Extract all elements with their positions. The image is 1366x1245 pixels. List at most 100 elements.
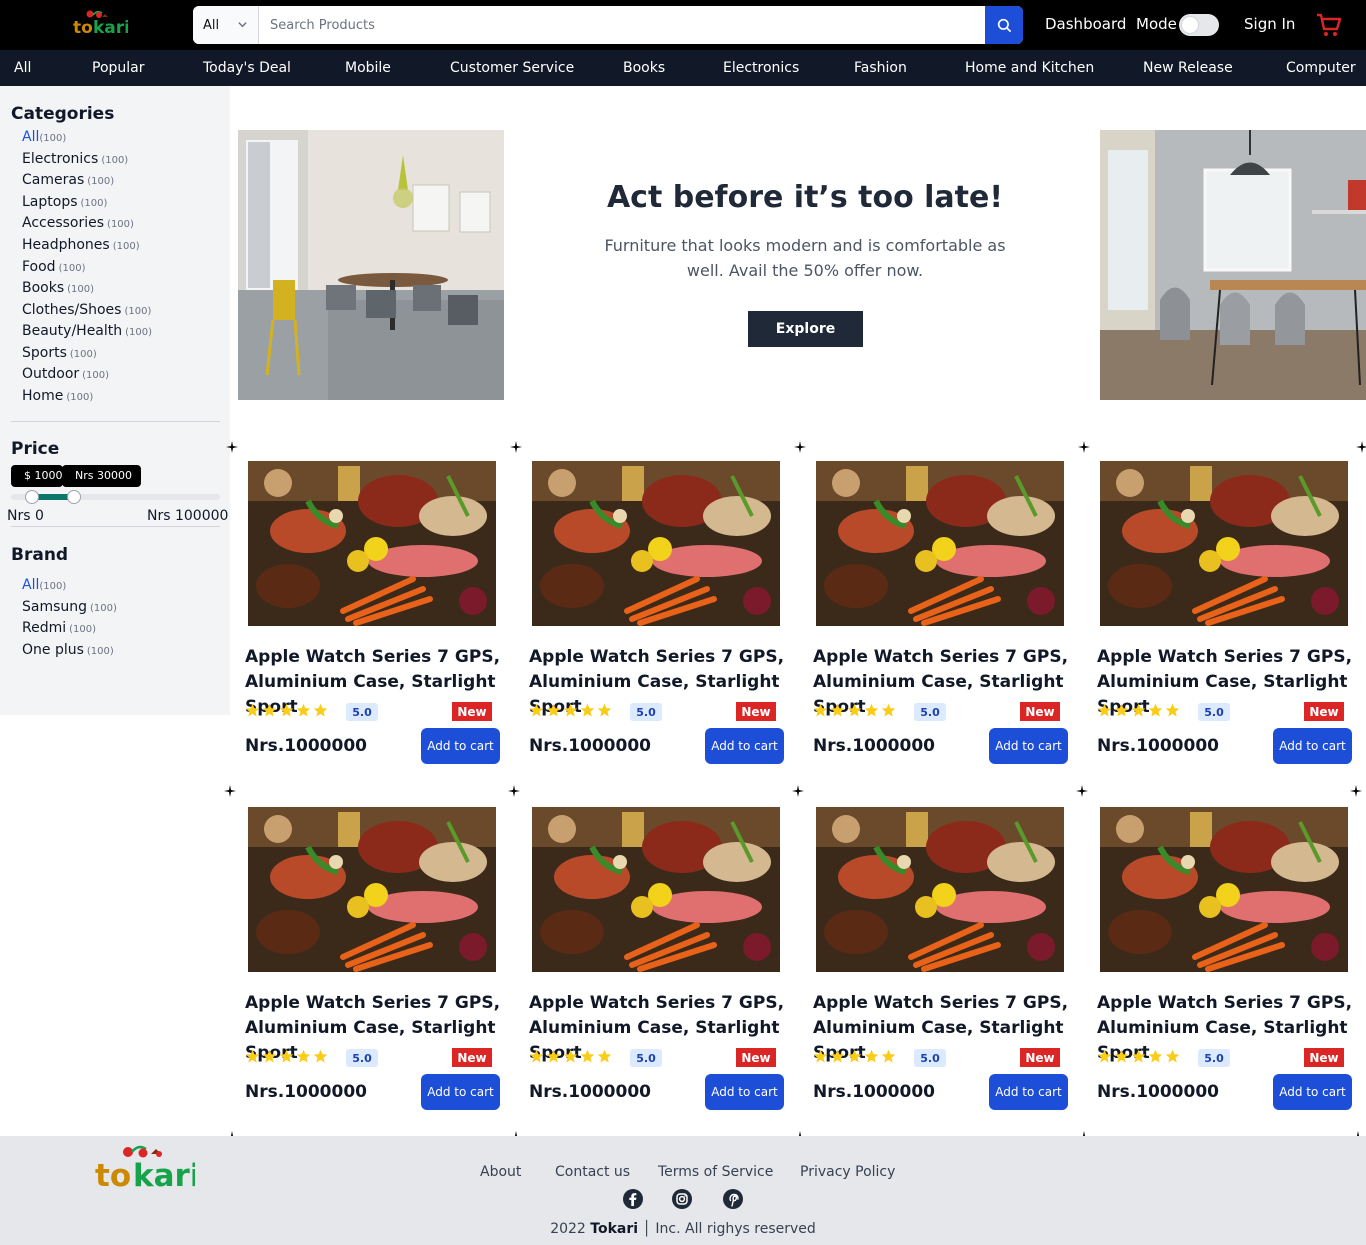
search-button[interactable] xyxy=(985,6,1023,44)
cat-nav-fashion[interactable]: Fashion xyxy=(854,60,907,76)
product-price: Nrs.1000000 xyxy=(1097,736,1219,756)
product-card[interactable]: Apple Watch Series 7 GPS, Aluminium Case… xyxy=(230,788,512,1134)
product-card[interactable]: Apple Watch Series 7 GPS, Aluminium Case… xyxy=(1082,788,1364,1134)
product-image[interactable] xyxy=(532,807,780,972)
category-item-headphones[interactable]: Headphones (100) xyxy=(22,237,140,253)
category-count: (100) xyxy=(125,327,153,338)
price-min-handle[interactable] xyxy=(24,490,39,504)
rating-value: 5.0 xyxy=(914,1049,946,1067)
category-item-clothes-shoes[interactable]: Clothes/Shoes (100) xyxy=(22,302,151,318)
footer-link-terms[interactable]: Terms of Service xyxy=(658,1164,773,1180)
category-item-cameras[interactable]: Cameras (100) xyxy=(22,172,114,188)
brand-item-redmi[interactable]: Redmi (100) xyxy=(22,620,96,636)
add-to-cart-button[interactable]: Add to cart xyxy=(989,1074,1068,1110)
footer-link-contact[interactable]: Contact us xyxy=(555,1164,630,1180)
cat-nav-new-release[interactable]: New Release xyxy=(1143,60,1233,76)
cat-nav-all[interactable]: All xyxy=(14,60,31,76)
product-card[interactable]: Apple Watch Series 7 GPS, Aluminium Case… xyxy=(798,442,1080,788)
cat-nav-computer[interactable]: Computer xyxy=(1286,60,1356,76)
category-item-food[interactable]: Food (100) xyxy=(22,259,85,275)
star-icon xyxy=(847,703,862,718)
explore-button[interactable]: Explore xyxy=(748,311,863,347)
search-icon xyxy=(997,18,1011,32)
facebook-icon[interactable] xyxy=(622,1188,644,1210)
star-rating xyxy=(1097,703,1180,718)
instagram-icon[interactable] xyxy=(671,1188,693,1210)
sparkle-icon xyxy=(224,782,236,797)
add-to-cart-button[interactable]: Add to cart xyxy=(705,728,784,764)
brand-item-samsung[interactable]: Samsung (100) xyxy=(22,599,117,615)
add-to-cart-button[interactable]: Add to cart xyxy=(1273,1074,1352,1110)
brand-item-one-plus[interactable]: One plus (100) xyxy=(22,642,114,658)
add-to-cart-button[interactable]: Add to cart xyxy=(421,728,500,764)
sparkle-icon xyxy=(508,782,520,797)
product-image[interactable] xyxy=(248,807,496,972)
star-icon xyxy=(1165,703,1180,718)
star-icon xyxy=(813,703,828,718)
star-icon xyxy=(245,703,260,718)
product-price: Nrs.1000000 xyxy=(813,1082,935,1102)
sparkle-icon xyxy=(1350,782,1362,797)
product-image[interactable] xyxy=(248,461,496,626)
product-card[interactable]: Apple Watch Series 7 GPS, Aluminium Case… xyxy=(230,442,512,788)
mode-toggle[interactable] xyxy=(1179,14,1219,36)
copyright-text: 2022 Tokari │ Inc. All righys reserved xyxy=(550,1221,816,1237)
cart-icon[interactable] xyxy=(1316,12,1342,42)
price-max-handle[interactable] xyxy=(66,490,81,504)
product-image[interactable] xyxy=(816,461,1064,626)
star-icon xyxy=(847,1049,862,1064)
product-image[interactable] xyxy=(532,461,780,626)
star-rating xyxy=(245,1049,328,1064)
search-category-select[interactable]: All xyxy=(193,6,259,44)
category-item-outdoor[interactable]: Outdoor (100) xyxy=(22,366,109,382)
cat-nav-customer-service[interactable]: Customer Service xyxy=(450,60,574,76)
chevron-down-icon xyxy=(237,19,248,34)
rating-value: 5.0 xyxy=(630,1049,662,1067)
product-image[interactable] xyxy=(1100,807,1348,972)
add-to-cart-button[interactable]: Add to cart xyxy=(1273,728,1352,764)
add-to-cart-button[interactable]: Add to cart xyxy=(421,1074,500,1110)
pinterest-icon[interactable] xyxy=(722,1188,744,1210)
product-card[interactable]: Apple Watch Series 7 GPS, Aluminium Case… xyxy=(1082,442,1364,788)
cat-nav-electronics[interactable]: Electronics xyxy=(723,60,799,76)
product-card[interactable]: Apple Watch Series 7 GPS, Aluminium Case… xyxy=(798,788,1080,1134)
category-item-books[interactable]: Books (100) xyxy=(22,280,94,296)
sparkle-icon xyxy=(792,782,804,797)
footer-logo[interactable]: to kari xyxy=(95,1140,200,1194)
dashboard-link[interactable]: Dashboard xyxy=(1045,15,1126,33)
add-to-cart-button[interactable]: Add to cart xyxy=(705,1074,784,1110)
product-card[interactable]: Apple Watch Series 7 GPS, Aluminium Case… xyxy=(514,442,796,788)
brand-item-all[interactable]: All(100) xyxy=(22,577,66,593)
product-image[interactable] xyxy=(1100,461,1348,626)
sparkle-icon xyxy=(794,438,806,453)
cat-nav-home-kitchen[interactable]: Home and Kitchen xyxy=(965,60,1094,76)
star-icon xyxy=(580,703,595,718)
category-count: (100) xyxy=(39,133,67,144)
category-nav: All Popular Today's Deal Mobile Customer… xyxy=(0,50,1366,86)
cat-nav-mobile[interactable]: Mobile xyxy=(345,60,391,76)
product-image[interactable] xyxy=(816,807,1064,972)
search-input[interactable] xyxy=(259,6,985,44)
footer-link-about[interactable]: About xyxy=(480,1164,521,1180)
price-range-slider[interactable] xyxy=(11,490,220,504)
category-item-electronics[interactable]: Electronics (100) xyxy=(22,151,128,167)
star-icon xyxy=(1114,1049,1129,1064)
category-item-home[interactable]: Home (100) xyxy=(22,388,93,404)
cat-nav-popular[interactable]: Popular xyxy=(92,60,145,76)
add-to-cart-button[interactable]: Add to cart xyxy=(989,728,1068,764)
category-item-laptops[interactable]: Laptops (100) xyxy=(22,194,107,210)
tokari-logo[interactable]: to kari xyxy=(72,8,130,38)
category-item-sports[interactable]: Sports (100) xyxy=(22,345,97,361)
footer-link-privacy[interactable]: Privacy Policy xyxy=(800,1164,895,1180)
category-item-accessories[interactable]: Accessories (100) xyxy=(22,215,134,231)
cat-nav-todays-deal[interactable]: Today's Deal xyxy=(203,60,291,76)
product-card[interactable]: Apple Watch Series 7 GPS, Aluminium Case… xyxy=(514,788,796,1134)
sign-in-link[interactable]: Sign In xyxy=(1244,15,1295,33)
star-icon xyxy=(864,1049,879,1064)
category-item-all[interactable]: All(100) xyxy=(22,129,66,145)
category-count: (100) xyxy=(101,155,129,166)
category-item-beauty-health[interactable]: Beauty/Health (100) xyxy=(22,323,152,339)
star-icon xyxy=(830,1049,845,1064)
toggle-knob xyxy=(1181,16,1199,34)
cat-nav-books[interactable]: Books xyxy=(623,60,665,76)
